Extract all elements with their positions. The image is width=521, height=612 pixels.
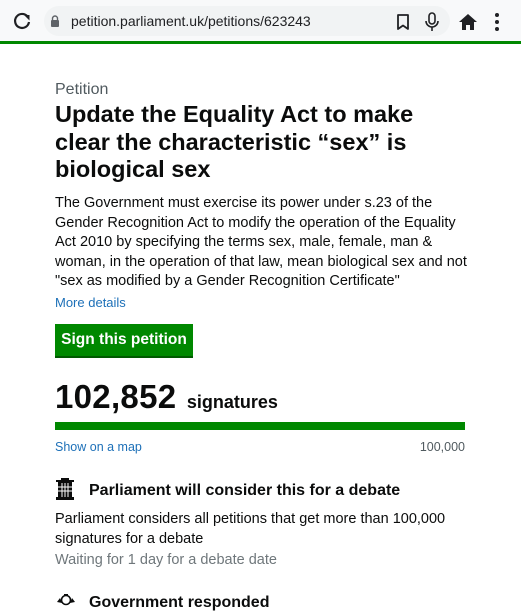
show-on-map-link[interactable]: Show on a map	[55, 440, 142, 454]
debate-status-text: Parliament considers all petitions that …	[55, 511, 446, 547]
page-eyebrow: Petition	[55, 81, 109, 98]
menu-icon[interactable]	[494, 12, 500, 32]
bookmark-icon[interactable]	[395, 13, 411, 31]
lock-icon[interactable]	[50, 15, 60, 27]
signature-progress-bar	[55, 422, 465, 430]
browser-toolbar: petition.parliament.uk/petitions/623243	[0, 0, 521, 44]
signature-count-label: signatures	[186, 392, 278, 412]
parliament-portcullis-icon	[56, 478, 74, 500]
debate-status-heading: Parliament will consider this for a deba…	[89, 482, 401, 499]
more-details-link[interactable]: More details	[55, 295, 126, 310]
sign-petition-button[interactable]: Sign this petition	[55, 324, 193, 356]
reload-icon[interactable]	[12, 11, 32, 31]
government-response-heading: Government responded	[89, 594, 270, 611]
signature-threshold: 100,000	[419, 440, 465, 454]
petition-title: Update the Equality Act to make clear th…	[55, 101, 414, 182]
debate-waiting-text: Waiting for 1 day for a debate date	[55, 552, 277, 568]
mic-icon[interactable]	[424, 12, 440, 32]
signature-progress-fill	[55, 422, 465, 430]
signature-count: 102,852 signatures	[55, 378, 278, 416]
government-crest-icon	[57, 594, 75, 606]
signature-count-number: 102,852	[55, 378, 177, 415]
home-icon[interactable]	[458, 12, 478, 32]
url-text[interactable]: petition.parliament.uk/petitions/623243	[71, 13, 311, 29]
address-bar[interactable]: petition.parliament.uk/petitions/623243	[44, 6, 450, 36]
petition-summary: The Government must exercise its power u…	[55, 195, 467, 289]
